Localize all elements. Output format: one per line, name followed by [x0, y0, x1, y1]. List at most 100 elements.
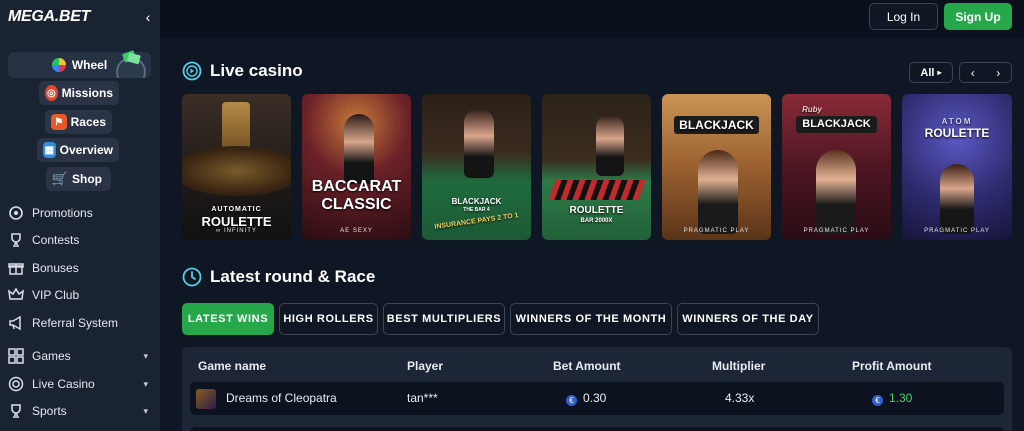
chevron-down-icon: ▾ — [143, 350, 148, 361]
card-title-top: AUTOMATIC — [211, 206, 262, 213]
crown-icon — [8, 287, 24, 300]
column-header-player: Player — [407, 359, 444, 373]
currency-coin-icon: € — [566, 395, 577, 406]
sidebar-item-contests[interactable]: Contests — [8, 229, 148, 251]
bet-amount: €0.30 — [566, 391, 606, 406]
tab-high-rollers[interactable]: HIGH ROLLERS — [279, 303, 378, 335]
card-provider: PRAGMATIC PLAY — [683, 228, 750, 234]
wheel-button[interactable]: Wheel — [8, 50, 151, 78]
checkered-flag-icon: ⚑ — [51, 114, 67, 130]
card-title: BLACKJACK — [796, 116, 877, 133]
sidebar-item-live-casino[interactable]: Live Casino ▾ — [8, 373, 148, 395]
gear-star-icon — [9, 206, 23, 220]
game-card-automatic-roulette[interactable]: AUTOMATIC ROULETTE ∞ INFINITY — [182, 94, 291, 240]
top-header: Log In Sign Up — [160, 0, 1024, 38]
gift-icon — [8, 263, 24, 275]
card-title-top: ATOM — [941, 117, 973, 126]
sidebar-item-label: VIP Club — [32, 288, 80, 302]
dealer-art — [464, 108, 494, 178]
roulette-table-art — [182, 146, 291, 196]
logo[interactable]: MEGA.BET — [8, 8, 90, 26]
card-title: BACCARAT CLASSIC — [311, 178, 402, 213]
dealer-art — [344, 114, 374, 184]
profit-amount: €1.30 — [872, 391, 912, 406]
section-title: Latest round & Race — [210, 267, 376, 286]
table-row[interactable] — [190, 427, 1004, 431]
column-header-multiplier: Multiplier — [712, 359, 766, 373]
card-title-top: BLACKJACK — [451, 197, 502, 206]
card-title: ROULETTE — [924, 126, 990, 140]
chevron-down-icon: ▾ — [143, 405, 148, 416]
table-row[interactable]: Dreams of Cleopatra tan*** €0.30 4.33x €… — [190, 382, 1004, 415]
column-header-profit-amount: Profit Amount — [852, 359, 932, 373]
sidebar-item-sports[interactable]: Sports ▾ — [8, 400, 148, 422]
races-button[interactable]: ⚑ Races — [45, 110, 112, 134]
game-card-baccarat-classic[interactable]: BACCARAT CLASSIC AE SEXY — [302, 94, 411, 240]
tab-best-multipliers[interactable]: BEST MULTIPLIERS — [383, 303, 505, 335]
column-header-bet-amount: Bet Amount — [553, 359, 621, 373]
tab-winners-of-the-day[interactable]: WINNERS OF THE DAY — [677, 303, 819, 335]
grid-icon — [8, 348, 24, 364]
sidebar-item-label: Games — [32, 349, 71, 363]
sidebar-item-bonuses[interactable]: Bonuses — [8, 257, 148, 279]
sidebar: MEGA.BET ‹ Wheel ◎ Missions ⚑ Races ▦ Ov… — [0, 0, 160, 431]
game-card-blackjack-bar-4[interactable]: BLACKJACK THE BAR 4 INSURANCE PAYS 2 TO … — [422, 94, 531, 240]
chip-icon — [8, 376, 24, 392]
wheel-label: Wheel — [71, 58, 108, 72]
sidebar-item-referral-system[interactable]: Referral System — [8, 312, 148, 334]
overview-label: Overview — [59, 143, 113, 157]
chevron-right-icon[interactable]: › — [986, 63, 1012, 82]
sidebar-item-label: Contests — [32, 233, 80, 247]
dealer-art — [940, 164, 974, 234]
game-card-roulette-bar-2000x[interactable]: ROULETTE BAR 2000X — [542, 94, 651, 240]
play-circle-icon — [182, 61, 202, 81]
card-title-top: Ruby — [802, 105, 822, 114]
all-button[interactable]: All ▸ — [909, 62, 953, 83]
signup-button[interactable]: Sign Up — [944, 3, 1012, 30]
collapse-sidebar-button[interactable]: ‹ — [138, 6, 158, 28]
dealer-art — [698, 150, 738, 234]
bet-amount-value: 0.30 — [583, 391, 607, 405]
chevron-down-icon: ▾ — [143, 378, 148, 389]
sidebar-item-promotions[interactable]: Promotions — [8, 202, 148, 224]
chevron-left-icon: ‹ — [145, 9, 151, 25]
carousel-arrows: ‹ › — [959, 62, 1012, 83]
game-card-atom-roulette[interactable]: ATOM ROULETTE PRAGMATIC PLAY — [902, 94, 1012, 240]
overview-button[interactable]: ▦ Overview — [37, 138, 119, 162]
card-provider: ∞ INFINITY — [216, 228, 257, 234]
tab-winners-of-the-month[interactable]: WINNERS OF THE MONTH — [510, 303, 672, 335]
grid-icon: ▦ — [43, 142, 56, 158]
game-thumbnail — [196, 389, 216, 409]
sidebar-item-games[interactable]: Games ▾ — [8, 345, 148, 367]
sidebar-item-label: Bonuses — [32, 261, 79, 275]
wheel-icon — [51, 58, 66, 72]
card-provider: INSURANCE PAYS 2 TO 1 — [434, 212, 519, 231]
latest-round-heading: Latest round & Race — [182, 267, 375, 287]
sidebar-item-label: Sports — [32, 404, 67, 418]
card-title: BAR 2000X — [580, 218, 613, 224]
login-button[interactable]: Log In — [869, 3, 938, 30]
wins-table: Game name Player Bet Amount Multiplier P… — [182, 347, 1012, 431]
missions-button[interactable]: ◎ Missions — [39, 81, 119, 105]
game-card-blackjack[interactable]: BLACKJACK PRAGMATIC PLAY — [662, 94, 771, 240]
player-name: tan*** — [407, 391, 438, 405]
shop-button[interactable]: 🛒 Shop — [46, 167, 111, 191]
dealer-art — [816, 150, 856, 234]
game-card-ruby-blackjack[interactable]: Ruby BLACKJACK PRAGMATIC PLAY — [782, 94, 891, 240]
shop-label: Shop — [72, 172, 102, 186]
sidebar-item-vip-club[interactable]: VIP Club — [8, 284, 148, 306]
profit-amount-value: 1.30 — [889, 391, 913, 405]
clock-icon — [182, 267, 202, 287]
card-provider: PRAGMATIC PLAY — [924, 228, 990, 234]
column-header-game-name: Game name — [198, 359, 267, 373]
trophy-icon — [11, 404, 21, 418]
target-icon: ◎ — [45, 85, 58, 101]
chevron-left-icon[interactable]: ‹ — [960, 63, 986, 82]
currency-coin-icon: € — [872, 395, 883, 406]
card-title: ROULETTE — [201, 214, 272, 229]
game-name: Dreams of Cleopatra — [226, 391, 337, 405]
races-label: Races — [70, 115, 106, 129]
live-casino-heading: Live casino — [182, 61, 303, 81]
tab-latest-wins[interactable]: LATEST WINS — [182, 303, 274, 335]
section-title: Live casino — [210, 61, 303, 80]
